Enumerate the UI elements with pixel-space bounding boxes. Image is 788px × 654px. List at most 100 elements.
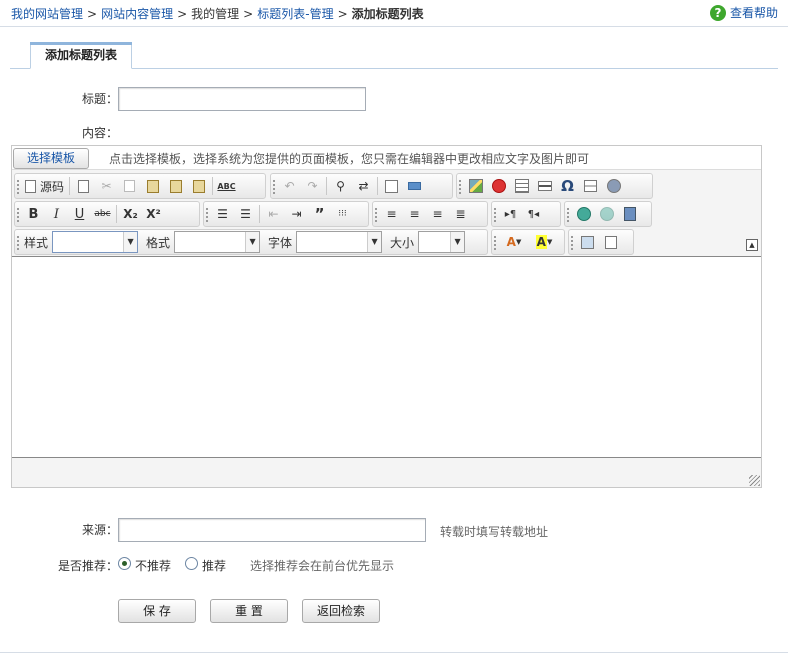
preview-icon bbox=[604, 235, 617, 249]
replace-button[interactable]: ⇄ bbox=[352, 175, 375, 197]
source-input[interactable] bbox=[118, 518, 426, 542]
size-select[interactable]: ▼ bbox=[418, 231, 466, 253]
eraser-icon bbox=[408, 182, 421, 190]
page-break-icon bbox=[584, 180, 597, 192]
image-button[interactable] bbox=[464, 175, 487, 197]
bold-button[interactable]: B bbox=[22, 203, 45, 225]
bulleted-list-icon: ☰ bbox=[240, 207, 251, 221]
radio-not-recommend-label[interactable]: 不推荐 bbox=[135, 557, 171, 574]
breadcrumb-separator: > bbox=[337, 7, 348, 21]
radio-recommend-label[interactable]: 推荐 bbox=[202, 557, 226, 574]
paste-button[interactable] bbox=[141, 175, 164, 197]
title-input[interactable] bbox=[118, 87, 366, 111]
help-link[interactable]: ? 查看帮助 bbox=[709, 4, 778, 21]
underline-button[interactable]: U bbox=[68, 203, 91, 225]
radio-recommend[interactable] bbox=[185, 557, 198, 570]
toolbar-separator bbox=[116, 205, 117, 223]
cut-button[interactable]: ✂ bbox=[95, 175, 118, 197]
page-break-button[interactable] bbox=[579, 175, 602, 197]
special-char-button[interactable]: Ω bbox=[556, 175, 579, 197]
editor-content-area[interactable] bbox=[12, 256, 761, 458]
iframe-button[interactable] bbox=[602, 175, 625, 197]
toolbar-group-colors: A ▼ A ▼ bbox=[491, 229, 565, 255]
resize-handle-icon[interactable] bbox=[749, 475, 760, 486]
source-hint: 转载时填写转载地址 bbox=[440, 525, 549, 539]
maximize-button[interactable] bbox=[576, 231, 599, 253]
subscript-button[interactable]: X₂ bbox=[119, 203, 142, 225]
numbered-list-button[interactable]: ☰ bbox=[211, 203, 234, 225]
copy-button[interactable] bbox=[118, 175, 141, 197]
flash-button[interactable] bbox=[487, 175, 510, 197]
text-color-button[interactable]: A ▼ bbox=[499, 231, 529, 253]
toolbar-group-tools bbox=[568, 229, 634, 255]
save-button[interactable]: 保 存 bbox=[118, 599, 196, 623]
toolbar-separator bbox=[326, 177, 327, 195]
reset-button[interactable]: 重 置 bbox=[210, 599, 288, 623]
chevron-down-icon: ▼ bbox=[450, 232, 465, 252]
tab-add-title-list[interactable]: 添加标题列表 bbox=[30, 42, 132, 69]
undo-button[interactable]: ↶ bbox=[278, 175, 301, 197]
spellcheck-button[interactable]: ABC bbox=[215, 175, 238, 197]
justify-button[interactable]: ≣ bbox=[449, 203, 472, 225]
align-center-button[interactable]: ≡ bbox=[403, 203, 426, 225]
bold-icon: B bbox=[28, 206, 39, 222]
superscript-button[interactable]: X² bbox=[142, 203, 165, 225]
toolbar-group-links bbox=[564, 201, 652, 227]
chevron-down-icon: ▼ bbox=[515, 238, 522, 246]
back-to-search-button[interactable]: 返回检索 bbox=[302, 599, 380, 623]
breadcrumb: 我的网站管理 > 网站内容管理 > 我的管理 > 标题列表-管理 > 添加标题列表 bbox=[11, 5, 424, 22]
toolbar-separator bbox=[377, 177, 378, 195]
table-button[interactable] bbox=[510, 175, 533, 197]
preview-button[interactable] bbox=[599, 231, 622, 253]
collapse-toolbar-button[interactable]: ▲ bbox=[746, 239, 758, 251]
text-color-icon: A bbox=[506, 235, 516, 249]
toolbar-group-align: ≡ ≡ ≡ ≣ bbox=[372, 201, 488, 227]
paste-text-icon bbox=[169, 179, 182, 193]
source-button[interactable]: 源码 bbox=[22, 175, 67, 197]
paste-word-icon bbox=[192, 179, 205, 193]
breadcrumb-item-title-list[interactable]: 标题列表-管理 bbox=[257, 7, 333, 21]
undo-icon: ↶ bbox=[284, 179, 295, 193]
ltr-button[interactable]: ▸¶ bbox=[499, 203, 522, 225]
strikethrough-button[interactable]: abc bbox=[91, 203, 114, 225]
remove-format-button[interactable] bbox=[403, 175, 426, 197]
spellcheck-icon: ABC bbox=[217, 181, 236, 191]
horizontal-rule-button[interactable] bbox=[533, 175, 556, 197]
anchor-button[interactable] bbox=[618, 203, 641, 225]
source-label: 源码 bbox=[40, 179, 65, 194]
bulleted-list-button[interactable]: ☰ bbox=[234, 203, 257, 225]
flash-icon bbox=[491, 179, 506, 193]
align-left-button[interactable]: ≡ bbox=[380, 203, 403, 225]
italic-button[interactable]: I bbox=[45, 203, 68, 225]
blockquote-button[interactable]: ” bbox=[308, 203, 331, 225]
outdent-button[interactable]: ⇤ bbox=[262, 203, 285, 225]
align-right-button[interactable]: ≡ bbox=[426, 203, 449, 225]
format-select[interactable]: ▼ bbox=[174, 231, 261, 253]
style-select[interactable]: ▼ bbox=[52, 231, 139, 253]
breadcrumb-item-site-admin[interactable]: 我的网站管理 bbox=[11, 7, 83, 21]
paste-text-button[interactable] bbox=[164, 175, 187, 197]
binoculars-icon: ⚲ bbox=[336, 179, 345, 193]
toolbar-group-document: 源码 ✂ ABC bbox=[14, 173, 266, 199]
breadcrumb-separator: > bbox=[243, 7, 254, 21]
rtl-button[interactable]: ¶◂ bbox=[522, 203, 545, 225]
div-container-button[interactable]: ⁝⁝⁝ bbox=[331, 203, 354, 225]
bg-color-button[interactable]: A ▼ bbox=[529, 231, 559, 253]
find-button[interactable]: ⚲ bbox=[329, 175, 352, 197]
table-icon bbox=[514, 179, 529, 193]
new-page-button[interactable] bbox=[72, 175, 95, 197]
breadcrumb-item-content-admin[interactable]: 网站内容管理 bbox=[101, 7, 173, 21]
indent-button[interactable]: ⇥ bbox=[285, 203, 308, 225]
select-template-button[interactable]: 选择模板 bbox=[13, 148, 89, 169]
radio-not-recommend[interactable] bbox=[118, 557, 131, 570]
redo-button[interactable]: ↷ bbox=[301, 175, 324, 197]
link-button[interactable] bbox=[572, 203, 595, 225]
underline-icon: U bbox=[74, 206, 85, 222]
unlink-button[interactable] bbox=[595, 203, 618, 225]
paste-word-button[interactable] bbox=[187, 175, 210, 197]
numbered-list-icon: ☰ bbox=[217, 207, 228, 221]
select-all-button[interactable] bbox=[380, 175, 403, 197]
font-select[interactable]: ▼ bbox=[296, 231, 383, 253]
redo-icon: ↷ bbox=[307, 179, 318, 193]
style-label: 样式 bbox=[24, 235, 49, 250]
